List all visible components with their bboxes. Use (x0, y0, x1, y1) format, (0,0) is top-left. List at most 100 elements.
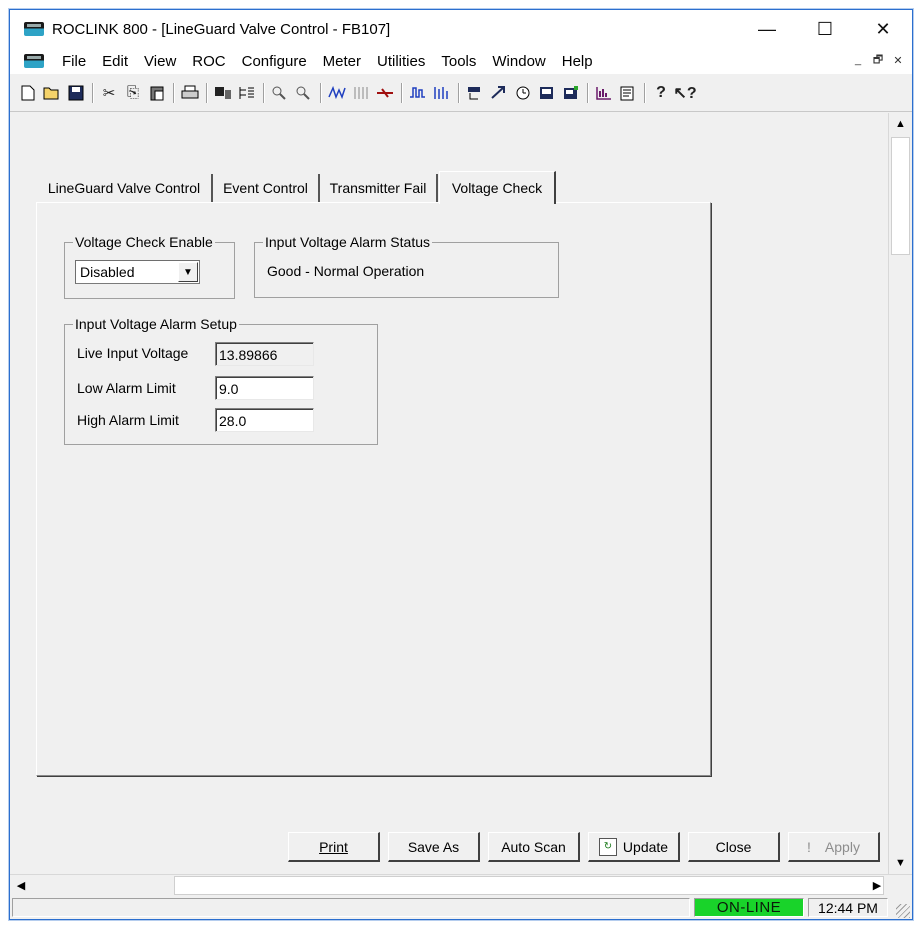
display-edit-icon[interactable] (560, 82, 582, 104)
tab-voltage-check[interactable]: Voltage Check (439, 171, 556, 204)
mdi-close-icon[interactable]: ✕ (890, 52, 906, 68)
help-icon[interactable]: ? (650, 82, 672, 104)
cut-icon[interactable]: ✂ (98, 82, 120, 104)
document-icon[interactable] (24, 54, 44, 68)
close-button[interactable]: Close (688, 832, 780, 862)
toolbar-separator (401, 82, 402, 103)
mdi-restore-icon[interactable]: 🗗 (870, 52, 886, 68)
update-button-label: Update (622, 838, 669, 855)
io-icon[interactable] (350, 82, 372, 104)
window-title: ROCLINK 800 - [LineGuard Valve Control -… (52, 20, 391, 38)
auto-scan-button[interactable]: Auto Scan (488, 832, 580, 862)
toolbar-separator (458, 82, 459, 103)
auto-scan-button-label: Auto Scan (501, 838, 566, 855)
context-help-icon[interactable]: ↖? (673, 82, 696, 104)
scroll-up-icon[interactable]: ▲ (889, 113, 912, 135)
tab-event-control[interactable]: Event Control (213, 174, 320, 202)
toolbar-separator (206, 82, 207, 103)
menu-configure[interactable]: Configure (234, 53, 315, 70)
print-button[interactable]: Print (288, 832, 380, 862)
exclamation-icon: ! (807, 838, 811, 855)
close-window-button[interactable]: ✕ (854, 10, 912, 48)
zoom-in-icon[interactable] (269, 82, 291, 104)
toolbar: ✂ ⎘ ? ↖? (10, 74, 912, 112)
toolbar-separator (92, 82, 93, 103)
alarm-setup-label: Input Voltage Alarm Setup (73, 316, 239, 332)
copy-icon[interactable]: ⎘ (122, 82, 144, 104)
analog-icon[interactable] (431, 82, 453, 104)
low-alarm-limit-label: Low Alarm Limit (77, 380, 176, 396)
close-button-label: Close (715, 838, 752, 855)
vertical-scrollbar[interactable]: ▲ ▼ (888, 113, 912, 874)
menu-edit[interactable]: Edit (94, 53, 136, 70)
voltage-check-enable-label: Voltage Check Enable (73, 234, 215, 250)
transfer-icon[interactable] (374, 82, 396, 104)
menu-view[interactable]: View (136, 53, 184, 70)
low-alarm-limit-field[interactable]: 9.0 (215, 376, 314, 400)
chart-icon[interactable] (593, 82, 615, 104)
maximize-icon: ☐ (816, 18, 834, 39)
toolbar-separator (263, 82, 264, 103)
print-icon[interactable] (179, 82, 201, 104)
scroll-left-icon[interactable]: ◀ (10, 875, 32, 896)
update-button[interactable]: ↻ Update (588, 832, 680, 862)
chevron-down-icon[interactable]: ▼ (178, 262, 198, 282)
menu-bar: File Edit View ROC Configure Meter Utili… (10, 48, 912, 74)
save-icon[interactable] (65, 82, 87, 104)
clock-icon[interactable] (512, 82, 534, 104)
menu-utilities[interactable]: Utilities (369, 53, 433, 70)
minimize-button[interactable]: — (738, 10, 796, 48)
close-icon: ✕ (875, 18, 891, 39)
horizontal-scroll-thumb[interactable] (174, 876, 884, 895)
menu-file[interactable]: File (54, 53, 94, 70)
resize-grip-icon[interactable] (896, 904, 910, 918)
tab-lineguard-valve-control[interactable]: LineGuard Valve Control (37, 174, 213, 202)
alarm-setup-group: Input Voltage Alarm Setup Live Input Vol… (64, 316, 378, 445)
scroll-down-icon[interactable]: ▼ (889, 852, 912, 874)
apply-button-label: Apply (824, 838, 860, 855)
toolbar-separator (320, 82, 321, 103)
voltage-check-enable-select[interactable]: Disabled ▼ (75, 260, 200, 284)
refresh-icon: ↻ (598, 837, 617, 856)
print-button-label: Print (319, 838, 348, 855)
report-icon[interactable] (617, 82, 639, 104)
tree-icon[interactable] (236, 82, 258, 104)
connection-status: ON-LINE (694, 898, 804, 917)
mdi-minimize-icon[interactable]: _ (850, 52, 866, 68)
paste-icon[interactable] (146, 82, 168, 104)
live-input-voltage-label: Live Input Voltage (77, 345, 189, 361)
scroll-right-icon[interactable]: ▶ (866, 875, 888, 896)
menu-meter[interactable]: Meter (315, 53, 369, 70)
status-time: 12:44 PM (808, 898, 888, 917)
title-bar: ROCLINK 800 - [LineGuard Valve Control -… (10, 10, 912, 48)
status-bar: ON-LINE 12:44 PM (10, 896, 912, 919)
maximize-button[interactable]: ☐ (796, 10, 854, 48)
vertical-scroll-thumb[interactable] (891, 137, 910, 255)
save-as-button[interactable]: Save As (388, 832, 480, 862)
alarm-status-label: Input Voltage Alarm Status (263, 234, 432, 250)
open-icon[interactable] (41, 82, 63, 104)
pulse-icon[interactable] (407, 82, 429, 104)
display-icon[interactable] (536, 82, 558, 104)
roclink-app-icon (24, 22, 44, 36)
trend-icon[interactable] (326, 82, 348, 104)
pid-icon[interactable] (464, 82, 486, 104)
connect-icon[interactable] (212, 82, 234, 104)
alarm-status-value: Good - Normal Operation (267, 263, 425, 279)
toolbar-separator (644, 82, 645, 103)
fst-icon[interactable] (488, 82, 510, 104)
new-icon[interactable] (17, 82, 39, 104)
menu-tools[interactable]: Tools (433, 53, 484, 70)
tab-transmitter-fail[interactable]: Transmitter Fail (320, 174, 438, 202)
apply-button[interactable]: ! Apply (788, 832, 880, 862)
menu-window[interactable]: Window (484, 53, 553, 70)
high-alarm-limit-field[interactable]: 28.0 (215, 408, 314, 432)
high-alarm-limit-label: High Alarm Limit (77, 412, 179, 428)
menu-roc[interactable]: ROC (184, 53, 233, 70)
menu-help[interactable]: Help (554, 53, 601, 70)
voltage-check-enable-value: Disabled (80, 264, 135, 280)
zoom-out-icon[interactable] (293, 82, 315, 104)
live-input-voltage-field: 13.89866 (215, 342, 314, 366)
horizontal-scrollbar[interactable]: ◀ ▶ (10, 874, 912, 896)
save-as-button-label: Save As (407, 838, 460, 855)
